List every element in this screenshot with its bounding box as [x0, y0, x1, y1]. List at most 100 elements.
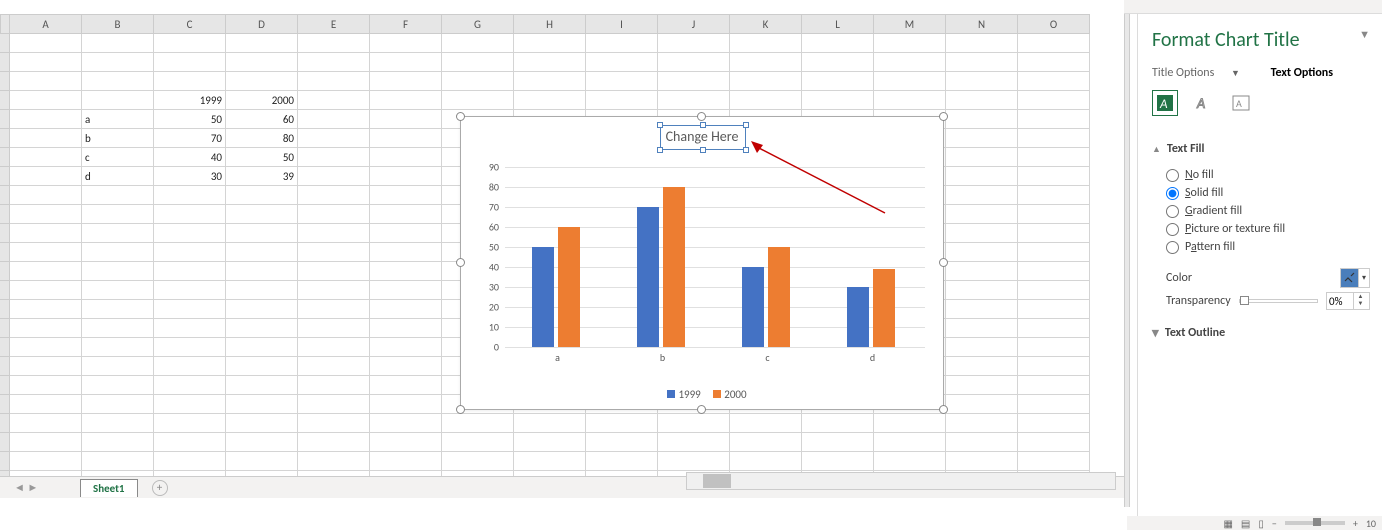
- cell[interactable]: [946, 224, 1018, 243]
- bar-2000-b[interactable]: [663, 187, 685, 347]
- cell[interactable]: [10, 357, 82, 376]
- resize-handle[interactable]: [939, 405, 948, 414]
- cell[interactable]: [82, 319, 154, 338]
- column-header[interactable]: K: [730, 15, 802, 33]
- cell[interactable]: [226, 452, 298, 471]
- select-all-corner[interactable]: [0, 14, 10, 34]
- cell[interactable]: [82, 433, 154, 452]
- radio-solid-fill[interactable]: Solid fill: [1166, 186, 1370, 200]
- cell[interactable]: [370, 53, 442, 72]
- cell[interactable]: [370, 319, 442, 338]
- cell[interactable]: [298, 319, 370, 338]
- row-header[interactable]: [0, 300, 10, 319]
- cell[interactable]: [298, 148, 370, 167]
- cell[interactable]: [1018, 262, 1090, 281]
- view-page-break-icon[interactable]: ▯: [1258, 517, 1264, 530]
- cell[interactable]: a: [82, 110, 154, 129]
- cell[interactable]: [658, 452, 730, 471]
- radio-pattern-fill[interactable]: Pattern fill: [1166, 240, 1370, 254]
- cell[interactable]: [370, 414, 442, 433]
- cell[interactable]: [154, 281, 226, 300]
- cell[interactable]: [730, 452, 802, 471]
- cell[interactable]: [946, 167, 1018, 186]
- cell[interactable]: [946, 148, 1018, 167]
- bar-1999-b[interactable]: [637, 207, 659, 347]
- tab-text-options[interactable]: Text Options: [1271, 66, 1333, 80]
- cell[interactable]: [154, 319, 226, 338]
- cell[interactable]: [946, 205, 1018, 224]
- cell[interactable]: [298, 262, 370, 281]
- cell[interactable]: 30: [154, 167, 226, 186]
- cell[interactable]: [586, 414, 658, 433]
- cell[interactable]: [370, 91, 442, 110]
- cell[interactable]: [10, 167, 82, 186]
- row-header[interactable]: [0, 395, 10, 414]
- cell[interactable]: [874, 53, 946, 72]
- cell[interactable]: [82, 224, 154, 243]
- cell[interactable]: [946, 376, 1018, 395]
- zoom-out-button[interactable]: −: [1272, 517, 1277, 530]
- cell[interactable]: [946, 53, 1018, 72]
- row-header[interactable]: [0, 338, 10, 357]
- cell[interactable]: [658, 414, 730, 433]
- cell[interactable]: [1018, 433, 1090, 452]
- new-sheet-button[interactable]: +: [152, 480, 168, 496]
- cell[interactable]: [1018, 395, 1090, 414]
- cell[interactable]: [298, 376, 370, 395]
- text-effects-icon[interactable]: A: [1190, 90, 1216, 116]
- cell[interactable]: [586, 34, 658, 53]
- cell[interactable]: [154, 186, 226, 205]
- cell[interactable]: [874, 91, 946, 110]
- cell[interactable]: [442, 53, 514, 72]
- row-header[interactable]: [0, 433, 10, 452]
- cell[interactable]: [514, 414, 586, 433]
- cell[interactable]: [82, 72, 154, 91]
- cell[interactable]: [10, 300, 82, 319]
- view-normal-icon[interactable]: ▦: [1223, 517, 1232, 530]
- cell[interactable]: [370, 167, 442, 186]
- cell[interactable]: [1018, 224, 1090, 243]
- cell[interactable]: [298, 34, 370, 53]
- cell[interactable]: [946, 72, 1018, 91]
- cell[interactable]: [154, 300, 226, 319]
- cell[interactable]: [802, 72, 874, 91]
- cell[interactable]: [1018, 414, 1090, 433]
- color-picker[interactable]: ▾: [1340, 268, 1370, 288]
- cell[interactable]: [226, 357, 298, 376]
- cell[interactable]: [298, 357, 370, 376]
- cell[interactable]: [10, 186, 82, 205]
- cell[interactable]: [946, 262, 1018, 281]
- cell[interactable]: [1018, 129, 1090, 148]
- cell[interactable]: [10, 205, 82, 224]
- cell[interactable]: [10, 395, 82, 414]
- cell[interactable]: [1018, 91, 1090, 110]
- cell[interactable]: [226, 243, 298, 262]
- cell[interactable]: [946, 300, 1018, 319]
- cell[interactable]: [298, 300, 370, 319]
- chart-legend[interactable]: 1999 2000: [461, 388, 943, 401]
- cell[interactable]: [730, 53, 802, 72]
- resize-handle[interactable]: [456, 258, 465, 267]
- radio-picture-fill[interactable]: Picture or texture fill: [1166, 222, 1370, 236]
- cell[interactable]: [1018, 357, 1090, 376]
- cell[interactable]: [298, 338, 370, 357]
- cell[interactable]: 50: [154, 110, 226, 129]
- cell[interactable]: [82, 338, 154, 357]
- column-header[interactable]: I: [586, 15, 658, 33]
- cell[interactable]: [10, 376, 82, 395]
- cell[interactable]: [370, 34, 442, 53]
- cell[interactable]: [82, 395, 154, 414]
- cell[interactable]: [946, 319, 1018, 338]
- cell[interactable]: [226, 433, 298, 452]
- cell[interactable]: [442, 433, 514, 452]
- cell[interactable]: [82, 34, 154, 53]
- cell[interactable]: c: [82, 148, 154, 167]
- cell[interactable]: [10, 433, 82, 452]
- cell[interactable]: [154, 433, 226, 452]
- cell[interactable]: [658, 433, 730, 452]
- cell[interactable]: [1018, 338, 1090, 357]
- cell[interactable]: [10, 262, 82, 281]
- chart-title[interactable]: Change Here: [662, 127, 743, 146]
- cell[interactable]: [442, 452, 514, 471]
- row-header[interactable]: [0, 72, 10, 91]
